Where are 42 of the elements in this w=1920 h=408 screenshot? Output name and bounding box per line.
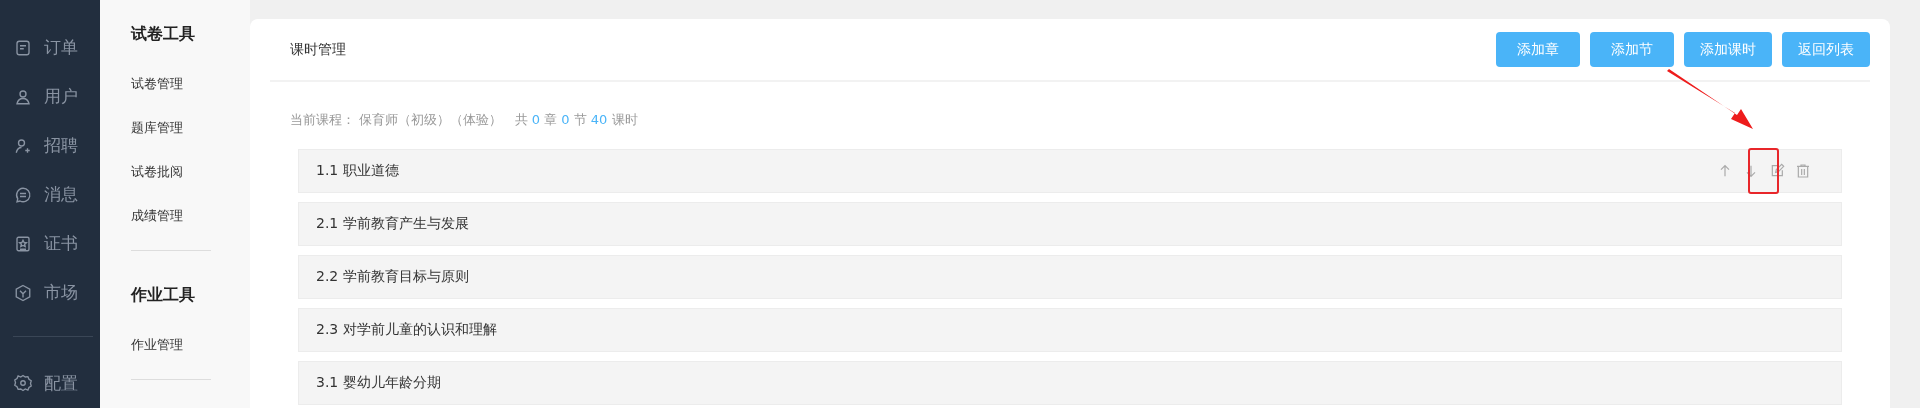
nav-label: 订单 xyxy=(44,36,78,59)
lesson-row[interactable]: 1.1 职业道德 xyxy=(298,149,1842,193)
course-summary: 当前课程： 保育师（初级）（体验） 共 0 章 0 节 40 课时 xyxy=(290,111,638,129)
lesson-row[interactable]: 2.2 学前教育目标与原则 xyxy=(298,255,1842,299)
panel-title: 课时管理 xyxy=(290,40,347,59)
menu-item[interactable]: 试卷批阅 xyxy=(131,162,250,182)
nav-item[interactable]: 市场 xyxy=(0,268,100,317)
menu-item[interactable]: 作业管理 xyxy=(131,335,250,355)
menu-item[interactable]: 题库管理 xyxy=(131,118,250,138)
nav-label: 证书 xyxy=(44,232,78,255)
nav-label: 用户 xyxy=(44,85,78,108)
nav-item[interactable]: 招聘 xyxy=(0,121,100,170)
lesson-title: 2.2 学前教育目标与原则 xyxy=(316,268,470,286)
nav-label: 市场 xyxy=(44,281,78,304)
add-user-icon xyxy=(14,136,32,155)
menu-item[interactable]: 试卷管理 xyxy=(131,74,250,94)
document-icon xyxy=(14,38,32,57)
lesson-title: 2.1 学前教育产生与发展 xyxy=(316,215,470,233)
menu-item[interactable]: 成绩管理 xyxy=(131,206,250,226)
user-icon xyxy=(14,87,32,106)
lesson-title: 3.1 婴幼儿年龄分期 xyxy=(316,374,442,392)
chat-icon xyxy=(14,185,32,204)
cube-icon xyxy=(14,283,32,302)
nav-label: 配置 xyxy=(44,371,78,395)
nav-label: 消息 xyxy=(44,183,78,206)
certificate-icon xyxy=(14,234,32,253)
lesson-row[interactable]: 2.1 学前教育产生与发展 xyxy=(298,202,1842,246)
lesson-row[interactable]: 3.1 婴幼儿年龄分期 xyxy=(298,361,1842,405)
nav-label: 招聘 xyxy=(44,134,78,157)
lesson-row[interactable]: 2.3 对学前儿童的认识和理解 xyxy=(298,308,1842,352)
nav-item[interactable]: 订单 xyxy=(0,23,100,72)
nav-item[interactable]: 消息 xyxy=(0,170,100,219)
section-heading: 试卷工具 xyxy=(131,23,196,45)
settings-icon xyxy=(14,374,32,393)
section-heading: 作业工具 xyxy=(131,284,196,306)
lesson-title: 1.1 职业道德 xyxy=(316,162,400,180)
nav-item[interactable]: 用户 xyxy=(0,72,100,121)
nav-item[interactable]: 配置 xyxy=(0,358,100,408)
lesson-title: 2.3 对学前儿童的认识和理解 xyxy=(316,321,498,339)
edit-icon[interactable] xyxy=(1769,163,1785,179)
trash-icon[interactable] xyxy=(1795,163,1811,179)
nav-item[interactable]: 证书 xyxy=(0,219,100,268)
